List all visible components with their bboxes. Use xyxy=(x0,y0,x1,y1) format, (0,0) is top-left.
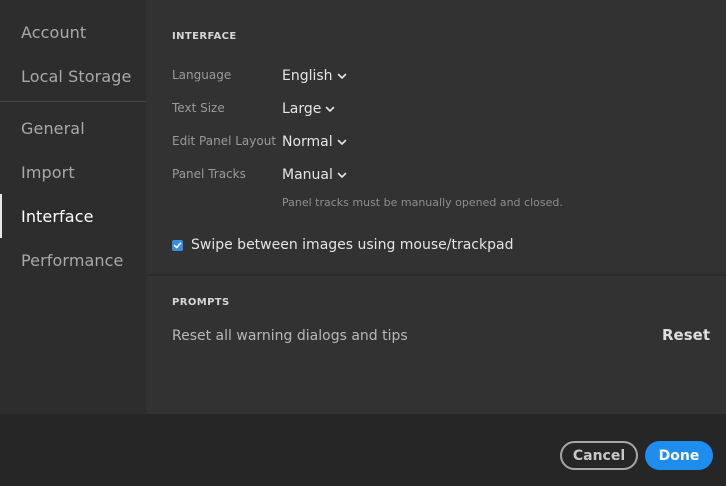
chevron-down-icon xyxy=(337,137,347,147)
chevron-down-icon xyxy=(325,104,335,114)
chevron-down-icon xyxy=(337,170,347,180)
language-value: English xyxy=(282,68,333,84)
sidebar-item-performance[interactable]: Performance xyxy=(0,238,146,282)
edit-panel-layout-label: Edit Panel Layout xyxy=(172,134,277,148)
chevron-down-icon xyxy=(337,71,347,81)
swipe-checkbox[interactable] xyxy=(172,239,183,251)
interface-section-title: INTERFACE xyxy=(172,31,237,42)
cancel-button[interactable]: Cancel xyxy=(560,441,638,470)
sidebar: Account Local Storage General Import Int… xyxy=(0,0,146,414)
panel-tracks-value: Manual xyxy=(282,167,333,183)
panel-tracks-hint: Panel tracks must be manually opened and… xyxy=(282,196,563,209)
sidebar-item-local-storage[interactable]: Local Storage xyxy=(0,54,146,98)
sidebar-item-account[interactable]: Account xyxy=(0,10,146,54)
text-size-dropdown[interactable]: Large xyxy=(282,99,335,119)
sidebar-item-general[interactable]: General xyxy=(0,106,146,150)
panel-tracks-label: Panel Tracks xyxy=(172,167,246,181)
section-divider xyxy=(146,274,726,276)
text-size-value: Large xyxy=(282,101,322,117)
reset-button[interactable]: Reset xyxy=(662,326,710,344)
swipe-checkbox-label: Swipe between images using mouse/trackpa… xyxy=(191,237,514,253)
settings-panel: INTERFACE Language English Text Size Lar… xyxy=(146,0,726,414)
sidebar-divider xyxy=(0,101,146,102)
language-dropdown[interactable]: English xyxy=(282,66,347,86)
done-button[interactable]: Done xyxy=(645,441,713,470)
language-label: Language xyxy=(172,68,232,82)
reset-warnings-label: Reset all warning dialogs and tips xyxy=(172,328,408,344)
panel-tracks-dropdown[interactable]: Manual xyxy=(282,165,347,185)
sidebar-item-interface[interactable]: Interface xyxy=(0,194,146,238)
prompts-section-title: PROMPTS xyxy=(172,297,230,308)
text-size-label: Text Size xyxy=(172,101,225,115)
sidebar-item-import[interactable]: Import xyxy=(0,150,146,194)
edit-panel-layout-value: Normal xyxy=(282,134,333,150)
edit-panel-layout-dropdown[interactable]: Normal xyxy=(282,132,347,152)
checkmark-icon xyxy=(173,242,182,248)
swipe-checkbox-row[interactable]: Swipe between images using mouse/trackpa… xyxy=(172,236,513,254)
